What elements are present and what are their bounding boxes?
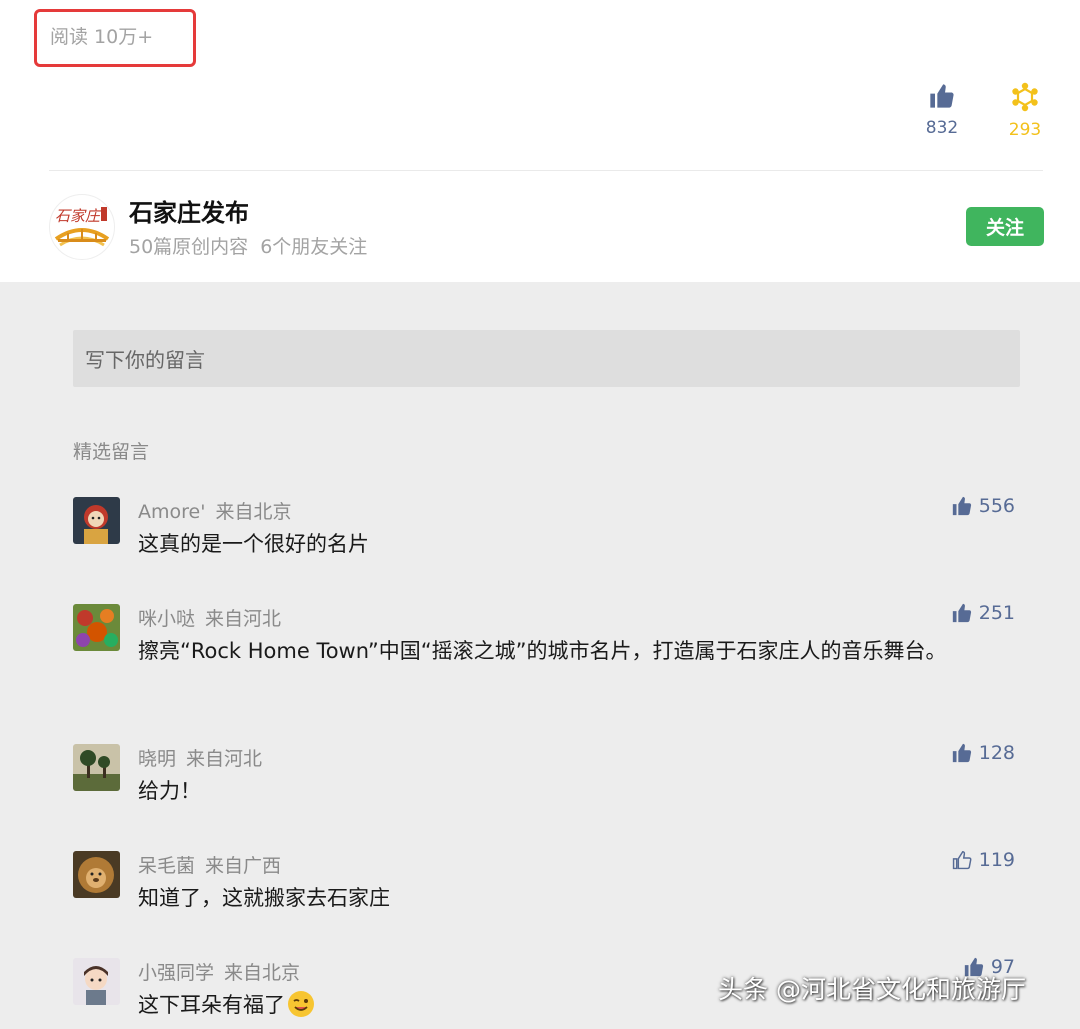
comment-text: 这真的是一个很好的名片 — [138, 532, 369, 556]
comment-location: 来自北京 — [215, 501, 292, 523]
wow-star-icon[interactable] — [1010, 82, 1040, 112]
comment-header: 咪小哒 来自河北 — [138, 604, 281, 631]
comment-text: 知道了，这就搬家去石家庄 — [138, 886, 390, 910]
comment-header: 小强同学 来自北京 — [138, 958, 300, 985]
comment-author: 晓明 — [138, 748, 177, 770]
comment-like-count: 251 — [978, 602, 1015, 624]
comment-author: 呆毛菌 — [138, 855, 196, 877]
avatar[interactable] — [73, 851, 120, 898]
divider — [49, 170, 1043, 171]
account-logo[interactable]: 石家庄 — [49, 194, 115, 260]
comment-location: 来自河北 — [205, 608, 282, 630]
comment-header: Amore' 来自北京 — [138, 497, 291, 524]
article-footer: 阅读 10万+ 832 293 石家庄 石家庄发布 50篇原创内容 6个朋友关注… — [0, 0, 1080, 282]
wow-stat[interactable]: 293 — [995, 82, 1055, 140]
comment-text: 给力！ — [138, 779, 201, 803]
avatar[interactable] — [73, 744, 120, 791]
read-count-highlight — [34, 9, 196, 67]
comment-like-button[interactable]: 119 — [951, 849, 1015, 871]
comment-author: Amore' — [138, 501, 206, 523]
account-name[interactable]: 石家庄发布 — [129, 193, 249, 228]
comment-location: 来自北京 — [224, 962, 301, 984]
comment-author: 小强同学 — [138, 962, 215, 984]
like-stat[interactable]: 832 — [912, 82, 972, 138]
comment-text: 擦亮“Rock Home Town”中国“摇滚之城”的城市名片，打造属于石家庄人… — [138, 639, 947, 663]
avatar[interactable] — [73, 958, 120, 1005]
watermark: 头条 @河北省文化和旅游厅 — [718, 975, 1026, 1004]
featured-comments-title: 精选留言 — [73, 441, 150, 463]
comment-like-button[interactable]: 251 — [951, 602, 1015, 624]
avatar[interactable] — [73, 604, 120, 651]
comment-like-button[interactable]: 128 — [951, 742, 1015, 764]
thumbs-up-outline-icon — [952, 851, 972, 870]
comment-like-count: 128 — [978, 742, 1015, 764]
comment-like-count: 556 — [978, 495, 1015, 517]
comment-header: 晓明 来自河北 — [138, 744, 262, 771]
comment-text-content: 这下耳朵有福了 — [138, 993, 285, 1017]
thumbs-up-icon[interactable] — [928, 82, 956, 110]
comment-like-count: 119 — [978, 849, 1015, 871]
wow-count: 293 — [1008, 120, 1042, 140]
comment-header: 呆毛菌 来自广西 — [138, 851, 281, 878]
thumbs-up-icon — [952, 743, 971, 763]
comment-author: 咪小哒 — [138, 608, 196, 630]
comment-location: 来自河北 — [186, 748, 263, 770]
comment-location: 来自广西 — [205, 855, 282, 877]
svg-text:石家庄: 石家庄 — [55, 207, 102, 225]
follow-button[interactable]: 关注 — [966, 207, 1044, 246]
comment-like-button[interactable]: 556 — [951, 495, 1015, 517]
friends-follow: 6个朋友关注 — [260, 236, 368, 258]
winking-face-emoji-icon — [288, 991, 314, 1017]
comment-input[interactable]: 写下你的留言 — [73, 330, 1020, 387]
account-meta: 50篇原创内容 6个朋友关注 — [129, 232, 367, 259]
original-count: 50篇原创内容 — [129, 236, 249, 258]
thumbs-up-icon — [952, 603, 971, 623]
like-count: 832 — [925, 118, 959, 138]
avatar[interactable] — [73, 497, 120, 544]
thumbs-up-icon — [952, 496, 971, 516]
